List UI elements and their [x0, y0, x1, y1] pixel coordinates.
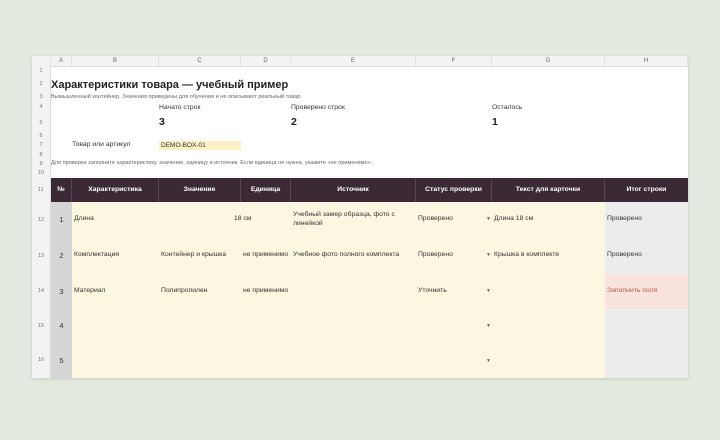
row-number: 4 — [51, 309, 72, 343]
row-header[interactable]: 10 — [32, 169, 51, 178]
row-number: 5 — [51, 343, 72, 378]
stat-started-value: 3 — [159, 116, 165, 128]
row-number: 3 — [51, 274, 72, 309]
header-result: Итог строки — [626, 186, 667, 193]
column-header-bar: A B C D E F G H — [32, 56, 688, 67]
row-header[interactable]: 9 — [32, 159, 51, 169]
row-header[interactable]: 15 — [32, 309, 51, 343]
dropdown-arrow-icon[interactable]: ▼ — [486, 323, 491, 329]
header-number: № — [51, 178, 72, 202]
row-header[interactable]: 4 — [32, 102, 51, 113]
cell-result-warning: Заполнить поля — [607, 287, 658, 294]
row-number: 2 — [51, 238, 72, 274]
column-header-b[interactable]: B — [72, 56, 159, 66]
stat-started-label: Начато строк — [159, 104, 201, 111]
dropdown-arrow-icon[interactable]: ▼ — [486, 358, 491, 364]
cell-characteristic[interactable]: Материал — [74, 287, 106, 294]
result-cell-bg — [605, 309, 688, 378]
column-header-d[interactable]: D — [241, 56, 291, 66]
cell-status[interactable]: Проверено — [418, 251, 453, 258]
table-body — [72, 202, 605, 378]
header-card-text: Текст для карточки — [492, 178, 605, 202]
column-header-c[interactable]: C — [159, 56, 241, 66]
stat-checked-label: Проверено строк — [291, 104, 345, 111]
column-header-f[interactable]: F — [416, 56, 492, 66]
cell-value[interactable]: Полипропилен — [161, 287, 208, 294]
column-header-e[interactable]: E — [291, 56, 416, 66]
dropdown-arrow-icon[interactable]: ▼ — [486, 216, 491, 222]
row-header[interactable]: 16 — [32, 343, 51, 378]
cell-card-text[interactable]: Крышка в комплекте — [494, 251, 559, 258]
dropdown-arrow-icon[interactable]: ▼ — [486, 288, 491, 294]
cell-status[interactable]: Проверено — [418, 215, 453, 222]
row-header[interactable]: 8 — [32, 152, 51, 159]
column-header-h[interactable]: H — [605, 56, 688, 66]
stat-remaining-label: Осталось — [492, 104, 523, 111]
cell-status[interactable]: Уточнить — [418, 287, 447, 294]
cell-unit[interactable]: 18 см — [234, 215, 252, 222]
row-number: 1 — [51, 202, 72, 238]
cell-card-text[interactable]: Длина 18 см — [494, 215, 533, 222]
row-header[interactable]: 12 — [32, 202, 51, 238]
column-header-a[interactable]: A — [51, 56, 72, 66]
cell-source[interactable]: Учебное фото полного комплекта — [293, 251, 399, 258]
cell-characteristic[interactable]: Комплектация — [74, 251, 119, 258]
page-subtitle: Вымышленный контейнер. Значения приведен… — [51, 94, 302, 100]
row-header[interactable]: 11 — [32, 178, 51, 202]
product-input[interactable]: DEMO-BOX-01 — [159, 141, 241, 150]
cell-characteristic[interactable]: Длина — [74, 215, 94, 222]
stat-remaining-value: 1 — [492, 116, 498, 128]
page-title: Характеристики товара — учебный пример — [51, 79, 289, 91]
row-header[interactable]: 1 — [32, 66, 51, 76]
column-header-g[interactable]: G — [492, 56, 605, 66]
header-status: Статус проверки — [416, 178, 492, 202]
cell-unit[interactable]: не применимо — [243, 287, 288, 294]
cell-value[interactable]: Контейнер и крышка — [161, 251, 226, 258]
spreadsheet: A B C D E F G H 1 2 3 4 5 6 7 8 9 10 11 … — [32, 56, 688, 378]
product-label: Товар или артикул — [72, 141, 131, 148]
header-characteristic: Характеристика — [72, 178, 159, 202]
row-header[interactable]: 14 — [32, 274, 51, 309]
header-value: Значение — [159, 178, 241, 202]
cell-source[interactable]: Учебный замер образца, фото с линейкой — [293, 210, 403, 228]
corner-cell[interactable] — [32, 56, 51, 66]
result-cell-bg — [605, 202, 688, 274]
row-header[interactable]: 7 — [32, 139, 51, 152]
header-unit: Единица — [241, 178, 291, 202]
cell-result: Проверено — [607, 251, 642, 258]
stat-checked-value: 2 — [291, 116, 297, 128]
instruction-text: Для проверки заполните характеристику, з… — [51, 160, 373, 166]
cell-unit[interactable]: не применимо — [243, 251, 288, 258]
header-source: Источник — [291, 178, 416, 202]
dropdown-arrow-icon[interactable]: ▼ — [486, 252, 491, 258]
row-header[interactable]: 13 — [32, 238, 51, 274]
row-header[interactable]: 3 — [32, 92, 51, 102]
table-header: № Характеристика Значение Единица Источн… — [51, 178, 688, 202]
cell-result: Проверено — [607, 215, 642, 222]
row-header[interactable]: 5 — [32, 113, 51, 133]
row-header[interactable]: 2 — [32, 76, 51, 92]
